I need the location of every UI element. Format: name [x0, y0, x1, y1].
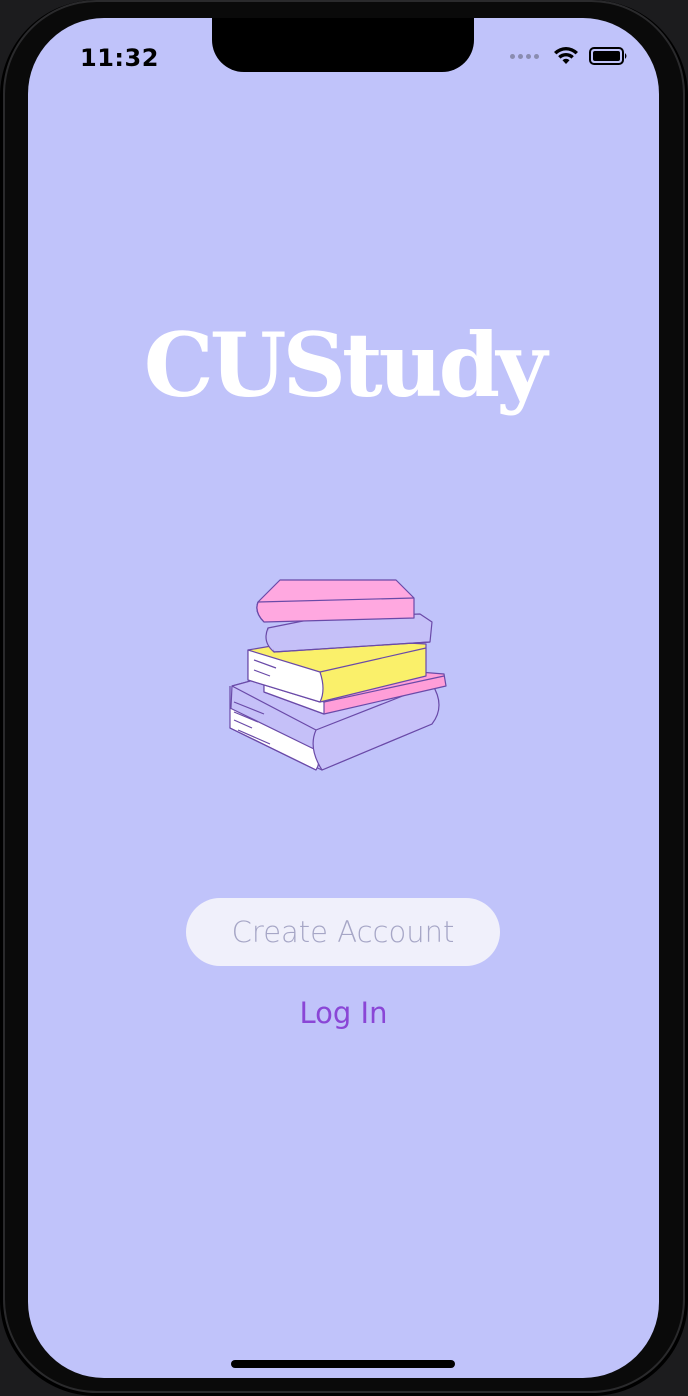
- cellular-signal-icon: [510, 53, 539, 59]
- home-indicator[interactable]: [231, 1360, 455, 1368]
- status-icons: [510, 46, 629, 66]
- app-title: CUStudy: [143, 313, 548, 417]
- phone-frame: 11:32 CUStudy Create Account Log In: [0, 0, 688, 1396]
- wifi-icon: [554, 47, 578, 64]
- create-account-button[interactable]: Create Account: [186, 898, 500, 966]
- notch: [212, 18, 474, 72]
- log-in-link[interactable]: Log In: [28, 996, 659, 1030]
- books-stack-illustration: [229, 579, 447, 771]
- status-time: 11:32: [80, 44, 159, 72]
- battery-icon: [589, 47, 627, 65]
- app-screen: 11:32 CUStudy Create Account Log In: [28, 18, 659, 1378]
